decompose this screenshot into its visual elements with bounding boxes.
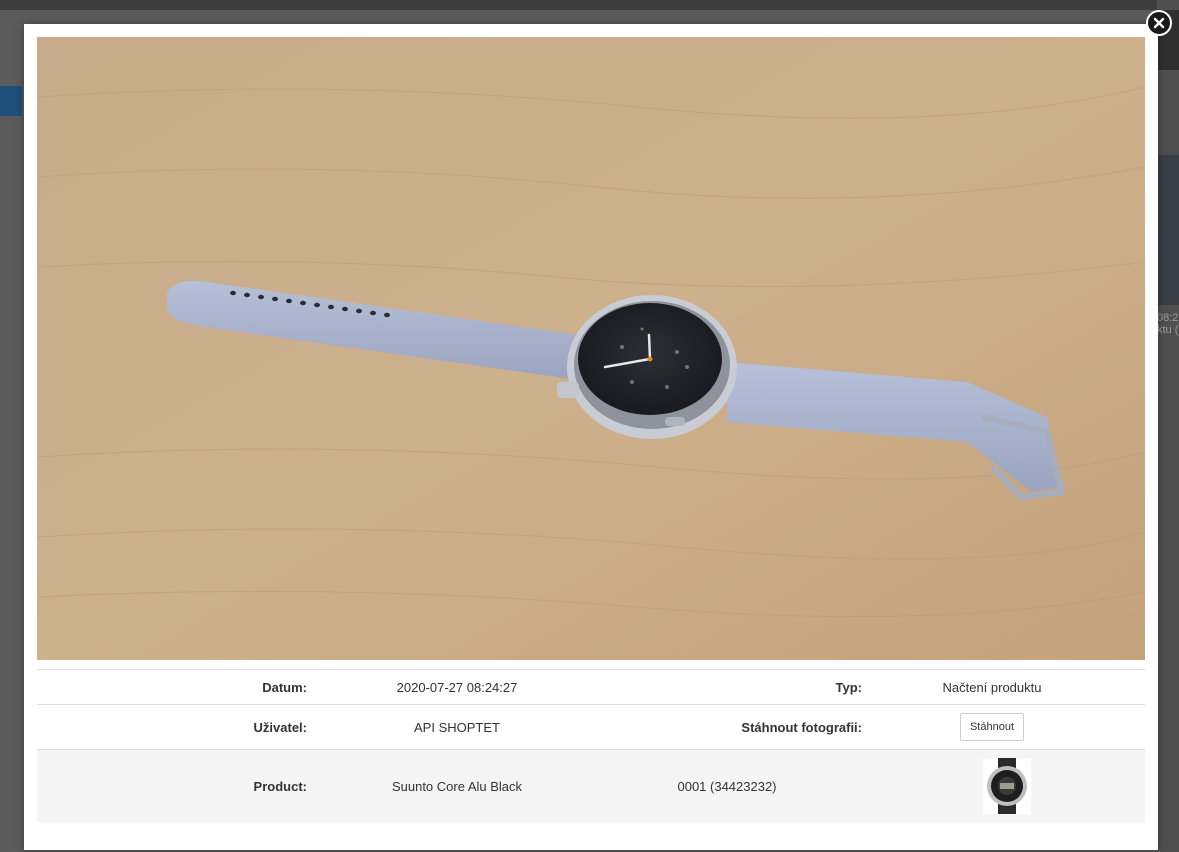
background-right-panel [1157,0,1179,852]
photo-info-table: Datum: 2020-07-27 08:24:27 Typ: Načtení … [37,669,1145,822]
photo-modal: Datum: 2020-07-27 08:24:27 Typ: Načtení … [24,24,1158,850]
download-cell: Stáhnout [907,705,1077,749]
info-row-product: Product: Suunto Core Alu Black 0001 (344… [37,749,1145,822]
watch-on-table-image [37,37,1145,660]
background-right-text: 08:2 ktu ( [1157,312,1179,336]
uzivatel-value: API SHOPTET [414,719,500,735]
product-label: Product: [253,778,307,794]
typ-label: Typ: [835,679,862,695]
typ-value: Načtení produktu [942,679,1042,695]
product-code: 0001 (34423232) [677,778,777,794]
datum-value: 2020-07-27 08:24:27 [396,679,518,695]
product-thumbnail-cell [967,750,1047,822]
info-row-datum: Datum: 2020-07-27 08:24:27 Typ: Načtení … [37,669,1145,704]
product-photo [37,37,1145,660]
uzivatel-label: Uživatel: [253,719,307,735]
datum-label: Datum: [262,679,307,695]
close-icon [1153,17,1165,29]
product-thumbnail[interactable] [983,758,1031,814]
background-top-bar [0,0,1179,10]
background-right-caption: ktu ( [1157,324,1179,336]
download-label: Stáhnout fotografii: [741,719,862,735]
product-name: Suunto Core Alu Black [391,778,523,794]
background-right-time: 08:2 [1157,312,1179,324]
background-right-thumbnail [1157,155,1179,305]
watch-icon [987,758,1027,814]
download-photo-button[interactable]: Stáhnout [959,713,1025,741]
info-row-uzivatel: Uživatel: API SHOPTET Stáhnout fotografi… [37,704,1145,749]
background-left-tab [0,86,22,116]
close-modal-button[interactable] [1146,10,1172,36]
